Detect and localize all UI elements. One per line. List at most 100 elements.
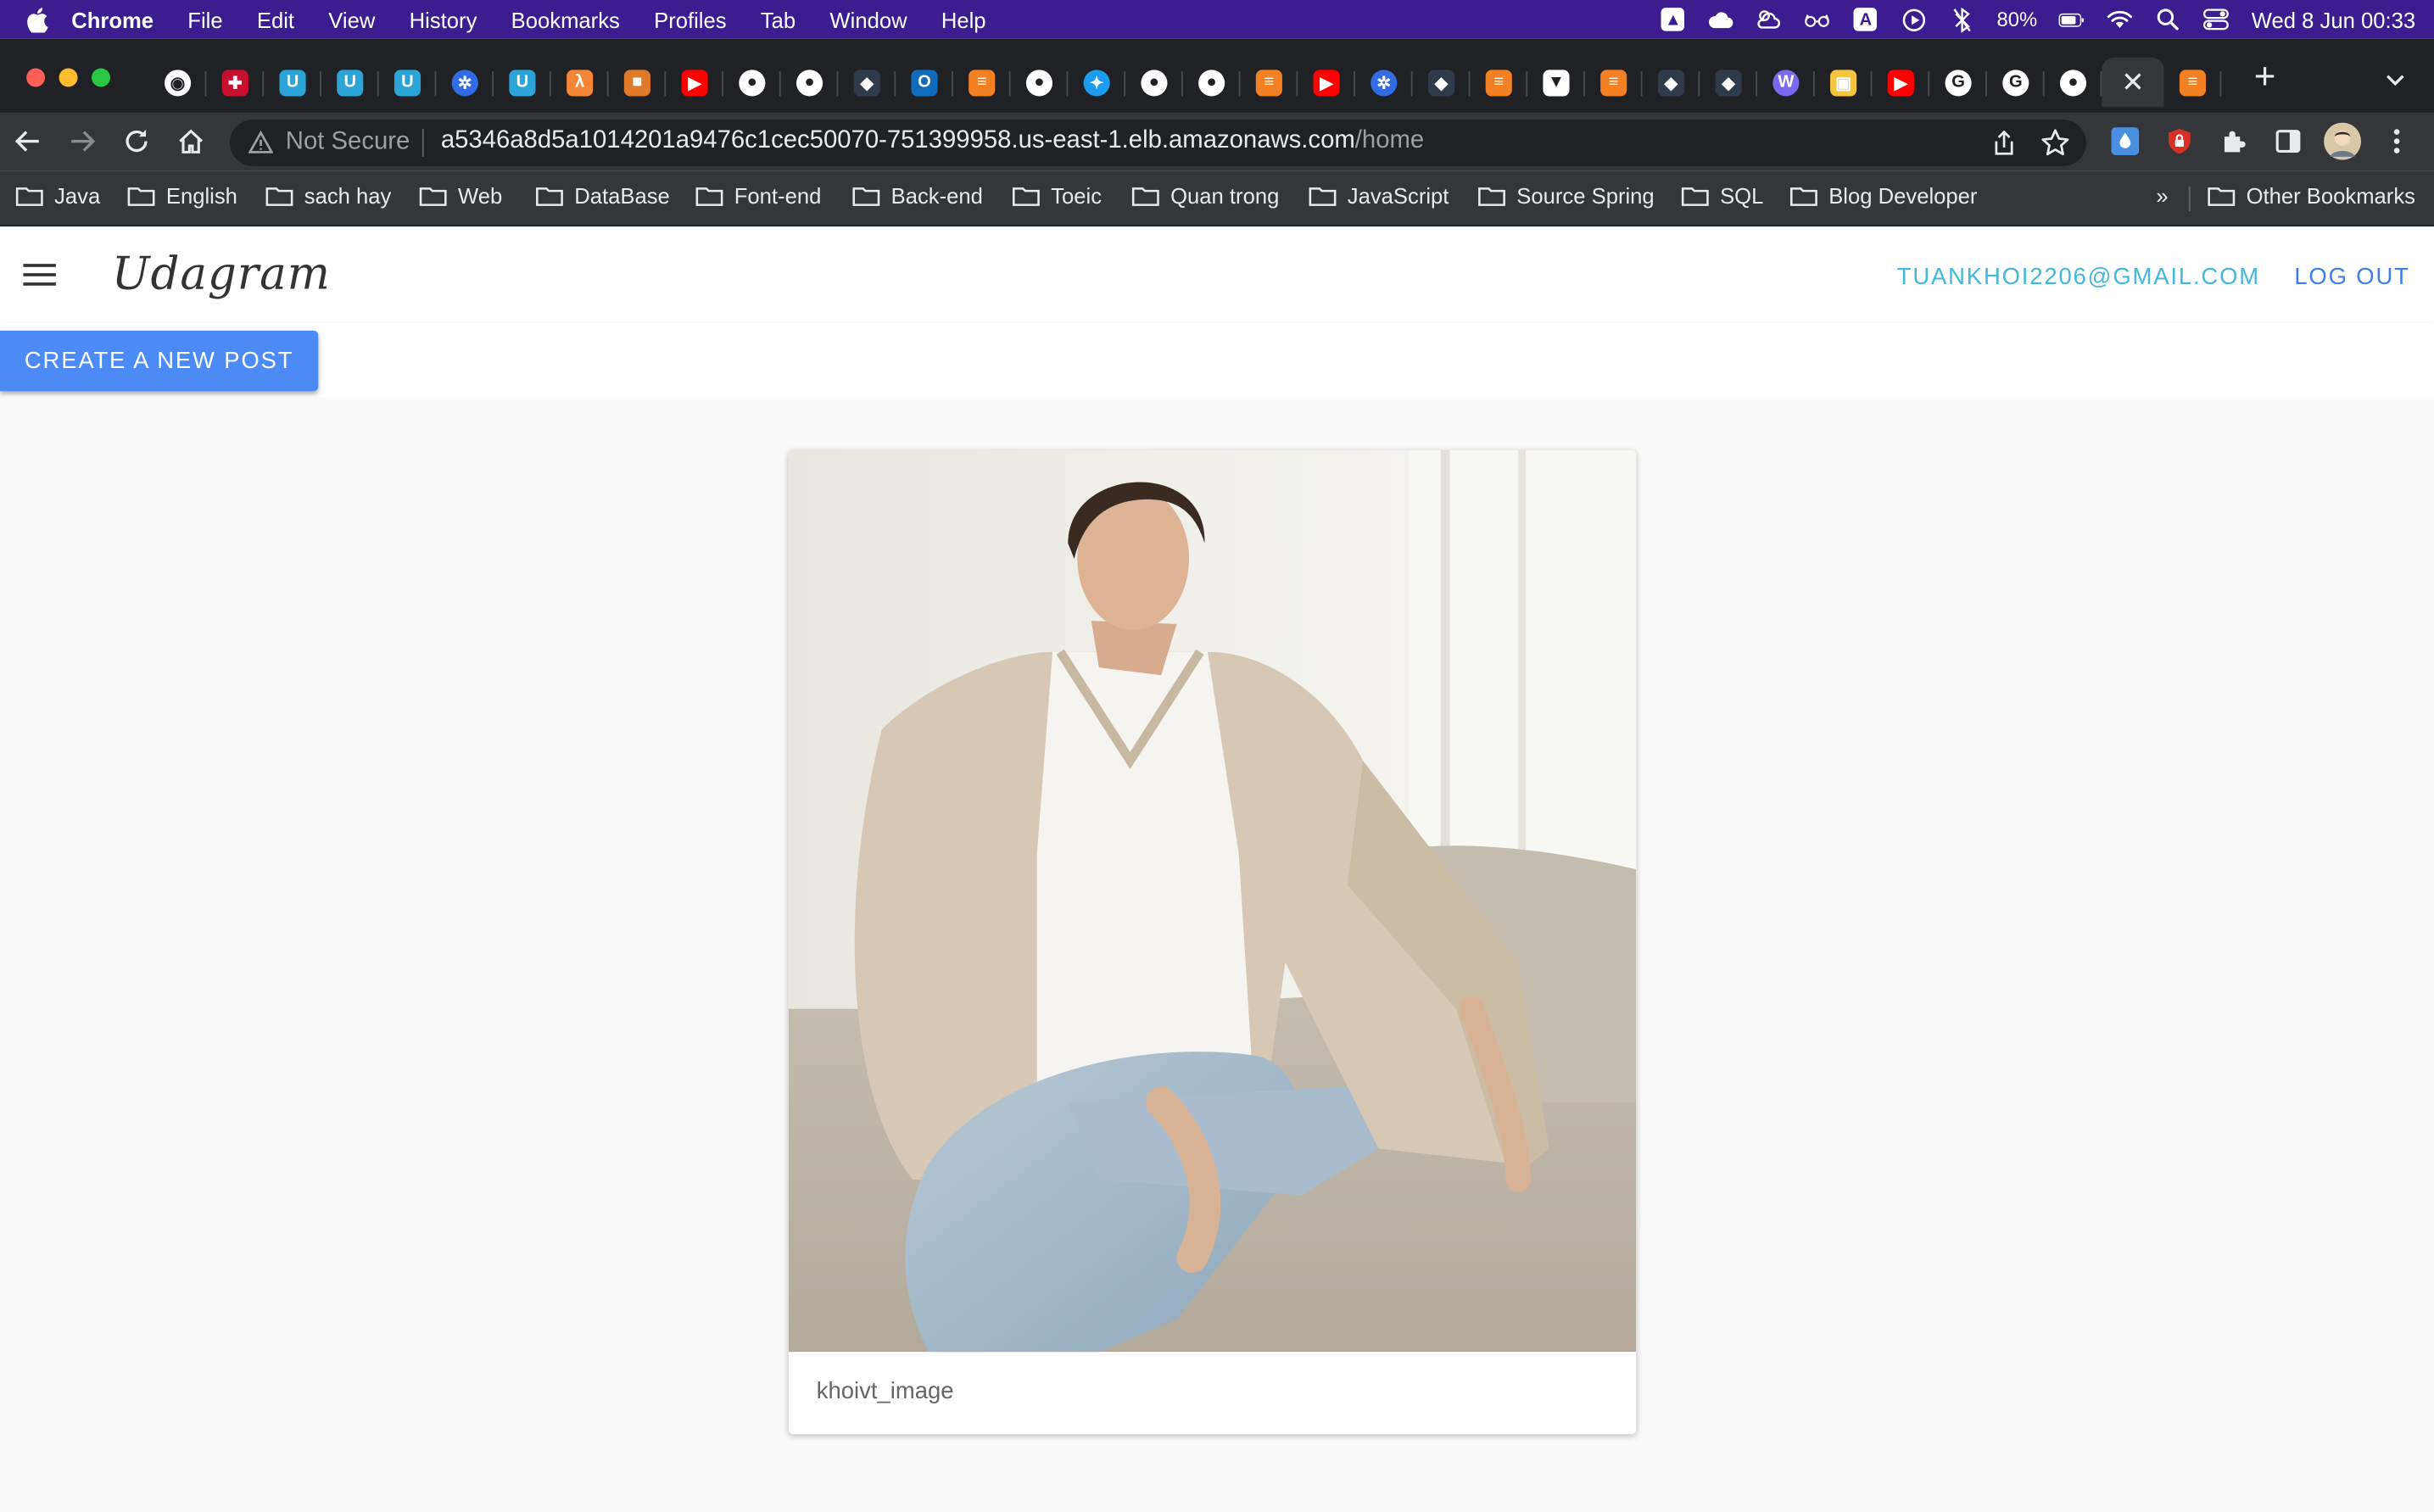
bookmark-folder[interactable]: sach hay [265, 183, 391, 208]
bookmark-folder[interactable]: Back-end [852, 183, 983, 208]
input-source-icon[interactable]: A [1852, 6, 1879, 32]
app-brand-logo[interactable]: Udagram [112, 247, 331, 299]
chrome-menu-icon[interactable] [2381, 126, 2413, 157]
bookmark-folder[interactable]: JavaScript [1309, 183, 1449, 208]
browser-tab[interactable]: ▶ [666, 58, 723, 108]
share-icon[interactable] [1990, 129, 2018, 157]
browser-tab[interactable]: ▣ [1815, 58, 1873, 108]
url-text[interactable]: a5346a8d5a1014201a9476c1cec50070-7513999… [441, 127, 1424, 155]
menu-tab[interactable]: Tab [761, 7, 796, 31]
tab-search-chevron-icon[interactable] [2381, 67, 2409, 92]
app-tray-icon[interactable]: ▲ [1660, 6, 1686, 32]
browser-tab[interactable]: ≡ [1585, 58, 1643, 108]
reload-icon[interactable] [121, 126, 153, 157]
browser-tab[interactable]: ✚ [206, 58, 265, 108]
bookmark-folder[interactable]: DataBase [535, 183, 670, 208]
apple-icon[interactable] [25, 7, 49, 32]
bookmark-folder[interactable]: Quan trong [1131, 183, 1279, 208]
icloud-icon[interactable] [1708, 6, 1734, 32]
glasses-icon[interactable] [1805, 6, 1831, 32]
back-arrow-icon[interactable] [13, 126, 44, 157]
zoom-window-button[interactable] [91, 68, 110, 87]
shield-lock-extension-icon[interactable] [2164, 126, 2196, 157]
browser-tab[interactable]: ● [1125, 58, 1183, 108]
browser-tab[interactable]: ◆ [1700, 58, 1758, 108]
browser-tab[interactable]: U [321, 58, 379, 108]
bookmark-folder[interactable]: Font-end [695, 183, 821, 208]
browser-tab[interactable]: ✦ [1068, 58, 1126, 108]
close-window-button[interactable] [26, 68, 46, 87]
hamburger-menu-icon[interactable] [23, 264, 56, 288]
minimize-window-button[interactable] [59, 68, 78, 87]
battery-icon[interactable] [2059, 6, 2085, 32]
menu-bookmarks[interactable]: Bookmarks [511, 7, 620, 31]
wifi-icon[interactable] [2107, 6, 2134, 32]
bookmark-folder[interactable]: Blog Developer [1789, 183, 1977, 208]
home-icon[interactable] [176, 126, 207, 157]
menu-window[interactable]: Window [829, 7, 907, 31]
menu-edit[interactable]: Edit [257, 7, 294, 31]
browser-tab[interactable]: ● [723, 58, 781, 108]
browser-tab[interactable]: O [896, 58, 953, 108]
browser-tab[interactable]: G [1929, 58, 1987, 108]
browser-tab[interactable]: ≡ [1470, 58, 1528, 108]
control-center-icon[interactable] [2203, 6, 2230, 32]
browser-tab[interactable]: U [494, 58, 551, 108]
browser-tab[interactable]: λ [551, 58, 609, 108]
menu-help[interactable]: Help [941, 7, 986, 31]
browser-tab[interactable]: ≡ [953, 58, 1011, 108]
browser-tab[interactable]: ✕ [2102, 57, 2164, 108]
other-bookmarks-folder[interactable]: Other Bookmarks [2208, 183, 2415, 208]
browser-tab[interactable]: ✲ [1355, 58, 1413, 108]
create-new-post-button[interactable]: CREATE A NEW POST [0, 330, 319, 392]
bookmark-folder[interactable]: Web [419, 183, 502, 208]
menu-file[interactable]: File [187, 7, 222, 31]
user-email-link[interactable]: TUANKHOI2206@GMAIL.COM [1897, 264, 2260, 290]
logout-button[interactable]: LOG OUT [2294, 264, 2409, 290]
browser-tab[interactable]: ▶ [1298, 58, 1355, 108]
browser-tab[interactable]: G [1987, 58, 2045, 108]
bookmark-star-icon[interactable] [2040, 127, 2071, 159]
forward-arrow-icon[interactable] [67, 126, 98, 157]
browser-tab[interactable]: ◉ [149, 58, 207, 108]
play-icon[interactable] [1901, 6, 1927, 32]
extensions-puzzle-icon[interactable] [2219, 126, 2250, 157]
browser-tab[interactable]: ● [1011, 58, 1069, 108]
post-card[interactable]: khoivt_image [788, 449, 1637, 1435]
security-label[interactable]: Not Secure [286, 129, 410, 157]
menu-profiles[interactable]: Profiles [654, 7, 726, 31]
address-bar[interactable]: Not Secure a5346a8d5a1014201a9476c1cec50… [229, 119, 2087, 166]
bookmark-folder[interactable]: English [127, 183, 237, 208]
menubar-clock[interactable]: Wed 8 Jun 00:33 [2252, 7, 2415, 31]
bluetooth-off-icon[interactable] [1949, 6, 1975, 32]
browser-tab[interactable]: ◆ [1643, 58, 1700, 108]
browser-tab[interactable]: ■ [609, 58, 667, 108]
browser-tab[interactable]: ▶ [1872, 58, 1930, 108]
browser-tab[interactable]: ≡ [2164, 58, 2222, 108]
bookmark-folder[interactable]: Java [15, 183, 100, 208]
bookmark-folder[interactable]: SQL [1681, 183, 1763, 208]
browser-tab[interactable]: ✲ [436, 58, 494, 108]
browser-tab[interactable]: ● [781, 58, 839, 108]
browser-tab[interactable]: ◆ [1413, 58, 1471, 108]
bookmark-folder[interactable]: Toeic [1012, 183, 1102, 208]
browser-tab[interactable]: ● [1183, 58, 1241, 108]
profile-avatar[interactable] [2324, 122, 2362, 160]
browser-tab[interactable]: ▼ [1527, 58, 1585, 108]
browser-tab[interactable]: U [264, 58, 321, 108]
warning-icon[interactable] [248, 130, 274, 155]
menu-view[interactable]: View [328, 7, 375, 31]
spotlight-search-icon[interactable] [2155, 6, 2181, 32]
menu-app-name[interactable]: Chrome [71, 7, 154, 31]
browser-tab[interactable]: ● [2045, 58, 2102, 108]
bookmarks-overflow-button[interactable]: » [2156, 183, 2168, 208]
browser-tab[interactable]: U [379, 58, 437, 108]
bookmark-folder[interactable]: Source Spring [1478, 183, 1655, 208]
menu-history[interactable]: History [410, 7, 477, 31]
new-tab-button[interactable]: + [2247, 59, 2281, 96]
weather-icon[interactable] [1756, 6, 1783, 32]
side-panel-icon[interactable] [2273, 126, 2304, 157]
browser-tab[interactable]: W [1757, 58, 1815, 108]
water-drop-extension-icon[interactable] [2110, 126, 2141, 157]
browser-tab[interactable]: ≡ [1240, 58, 1298, 108]
